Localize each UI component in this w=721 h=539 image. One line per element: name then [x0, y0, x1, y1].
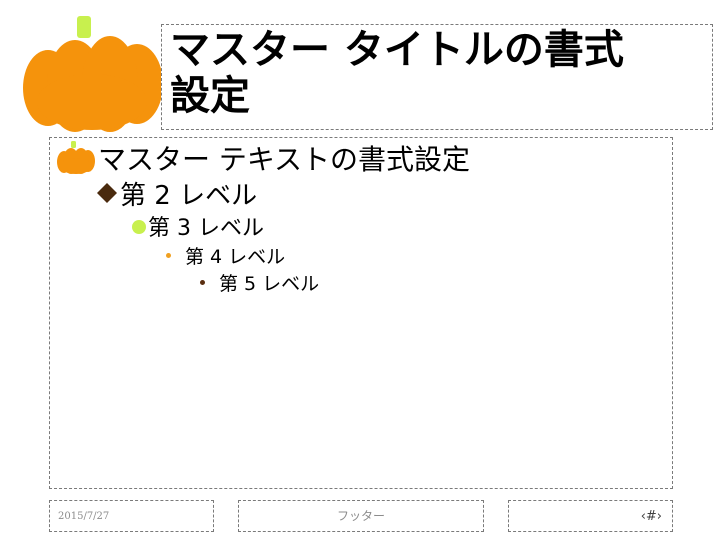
- level-3-label: 第 3 レベル: [148, 216, 264, 241]
- level-5-label: 第 5 レベル: [219, 272, 320, 295]
- text-level-1: マスター テキストの書式設定: [57, 141, 471, 176]
- date-placeholder[interactable]: 2015/7/27: [49, 500, 214, 532]
- date-text: 2015/7/27: [58, 510, 110, 522]
- text-level-4: 第 4 レベル: [166, 243, 286, 268]
- level-4-label: 第 4 レベル: [185, 245, 286, 268]
- text-level-5: 第 5 レベル: [200, 270, 320, 295]
- pumpkin-icon: [23, 16, 163, 132]
- footer-placeholder[interactable]: フッター: [238, 500, 484, 532]
- footer-text: フッター: [336, 509, 385, 523]
- slide-title: マスター タイトルの書式 設定: [170, 27, 702, 119]
- text-level-2: 第 2 レベル: [96, 177, 258, 211]
- level-1-label: マスター テキストの書式設定: [98, 143, 471, 176]
- circle-icon: [132, 220, 146, 234]
- dot-icon: [166, 252, 171, 258]
- dot-icon: [200, 279, 205, 285]
- text-level-3: 第 3 レベル: [132, 212, 264, 241]
- pumpkin-icon: [57, 141, 95, 174]
- level-2-label: 第 2 レベル: [120, 180, 258, 211]
- slide-number-placeholder[interactable]: ‹#›: [508, 500, 673, 532]
- title-line-2: 設定: [170, 73, 250, 119]
- slide-number: ‹#›: [640, 508, 662, 524]
- body-placeholder[interactable]: マスター テキストの書式設定 第 2 レベル 第 3 レベル 第 4 レベル 第…: [49, 137, 673, 489]
- title-placeholder[interactable]: マスター タイトルの書式 設定: [161, 24, 713, 130]
- title-line-1: マスター タイトルの書式: [170, 27, 624, 73]
- diamond-icon: [97, 183, 117, 203]
